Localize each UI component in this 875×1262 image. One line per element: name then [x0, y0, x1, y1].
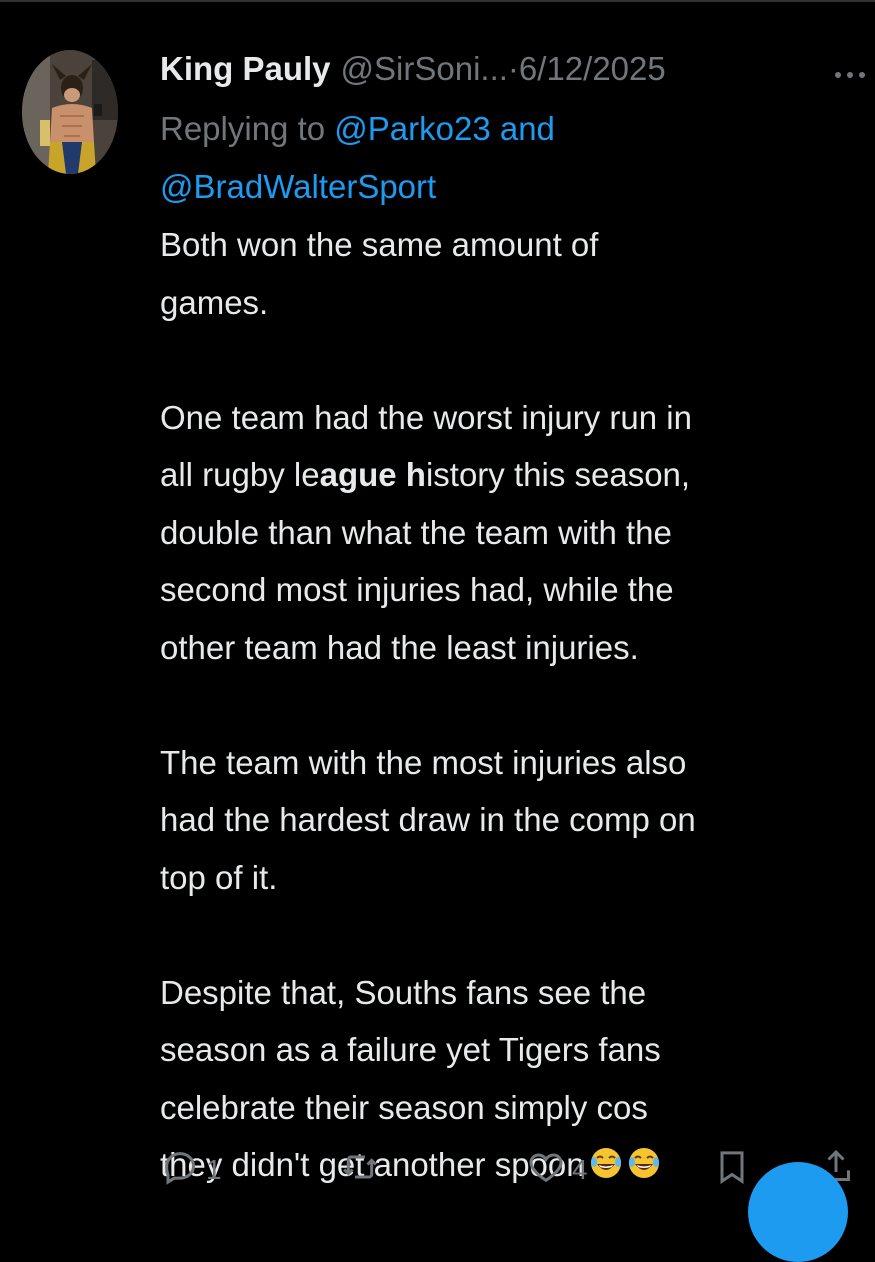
replying-to: Replying to @Parko23 and @BradWalterSpor…: [160, 100, 850, 216]
tweet-text: Both won the same amount of games. One t…: [160, 216, 850, 1194]
retweet-button[interactable]: [340, 1148, 380, 1192]
tweet-line: double than what the team with the: [160, 513, 672, 551]
avatar[interactable]: [22, 50, 118, 174]
separator-dot: ·: [507, 50, 519, 87]
tweet-line: One team had the worst injury run in: [160, 398, 692, 436]
tweet-line: had the hardest draw in the comp on: [160, 801, 696, 838]
retweet-icon: [340, 1147, 380, 1194]
tweet-line: celebrate their season simply cos: [160, 1088, 648, 1126]
tweet-line: top of it.: [160, 858, 278, 896]
reply-button[interactable]: 1: [160, 1148, 222, 1192]
tweet-fragment: istory this season,: [425, 456, 691, 493]
tweet-date[interactable]: 6/12/2025: [519, 50, 666, 88]
tweet-line: season as a failure yet Tigers fans: [160, 1031, 661, 1068]
tweet-line: second most injuries had, while the: [160, 571, 674, 608]
user-handle[interactable]: @SirSoni...: [341, 50, 508, 88]
heart-icon: [526, 1147, 566, 1194]
top-divider: [0, 0, 875, 2]
bookmark-icon: [712, 1147, 752, 1194]
tweet-line: Despite that, Souths fans see the: [160, 973, 647, 1011]
mention-parko23[interactable]: @Parko23: [334, 110, 490, 147]
compose-fab-button[interactable]: [748, 1162, 848, 1262]
tweet-line: games.: [160, 283, 269, 321]
reply-count: 1: [206, 1154, 222, 1185]
bookmark-button[interactable]: [712, 1148, 752, 1192]
tweet-fragment-bold: ague h: [319, 456, 426, 493]
replying-to-label: Replying to: [160, 110, 335, 147]
display-name[interactable]: King Pauly: [160, 50, 331, 88]
tweet-fragment: all rugby le: [160, 456, 320, 493]
mention-bradwaltersport[interactable]: @BradWalterSport: [160, 168, 436, 205]
tweet-line: all rugby league history this season,: [160, 446, 850, 504]
like-count: 4: [572, 1154, 588, 1185]
tweet: King Pauly @SirSoni... · 6/12/2025 Reply…: [160, 50, 865, 1194]
reply-connector[interactable]: and: [491, 110, 555, 147]
tweet-line: The team with the most injuries also: [160, 743, 687, 781]
tweet-header: King Pauly @SirSoni... · 6/12/2025: [160, 50, 865, 96]
more-horizontal-icon[interactable]: [830, 60, 870, 90]
tweet-line: Both won the same amount of: [160, 226, 599, 263]
like-button[interactable]: 4: [526, 1148, 588, 1192]
tweet-line: other team had the least injuries.: [160, 628, 639, 666]
reply-icon: [160, 1147, 200, 1194]
